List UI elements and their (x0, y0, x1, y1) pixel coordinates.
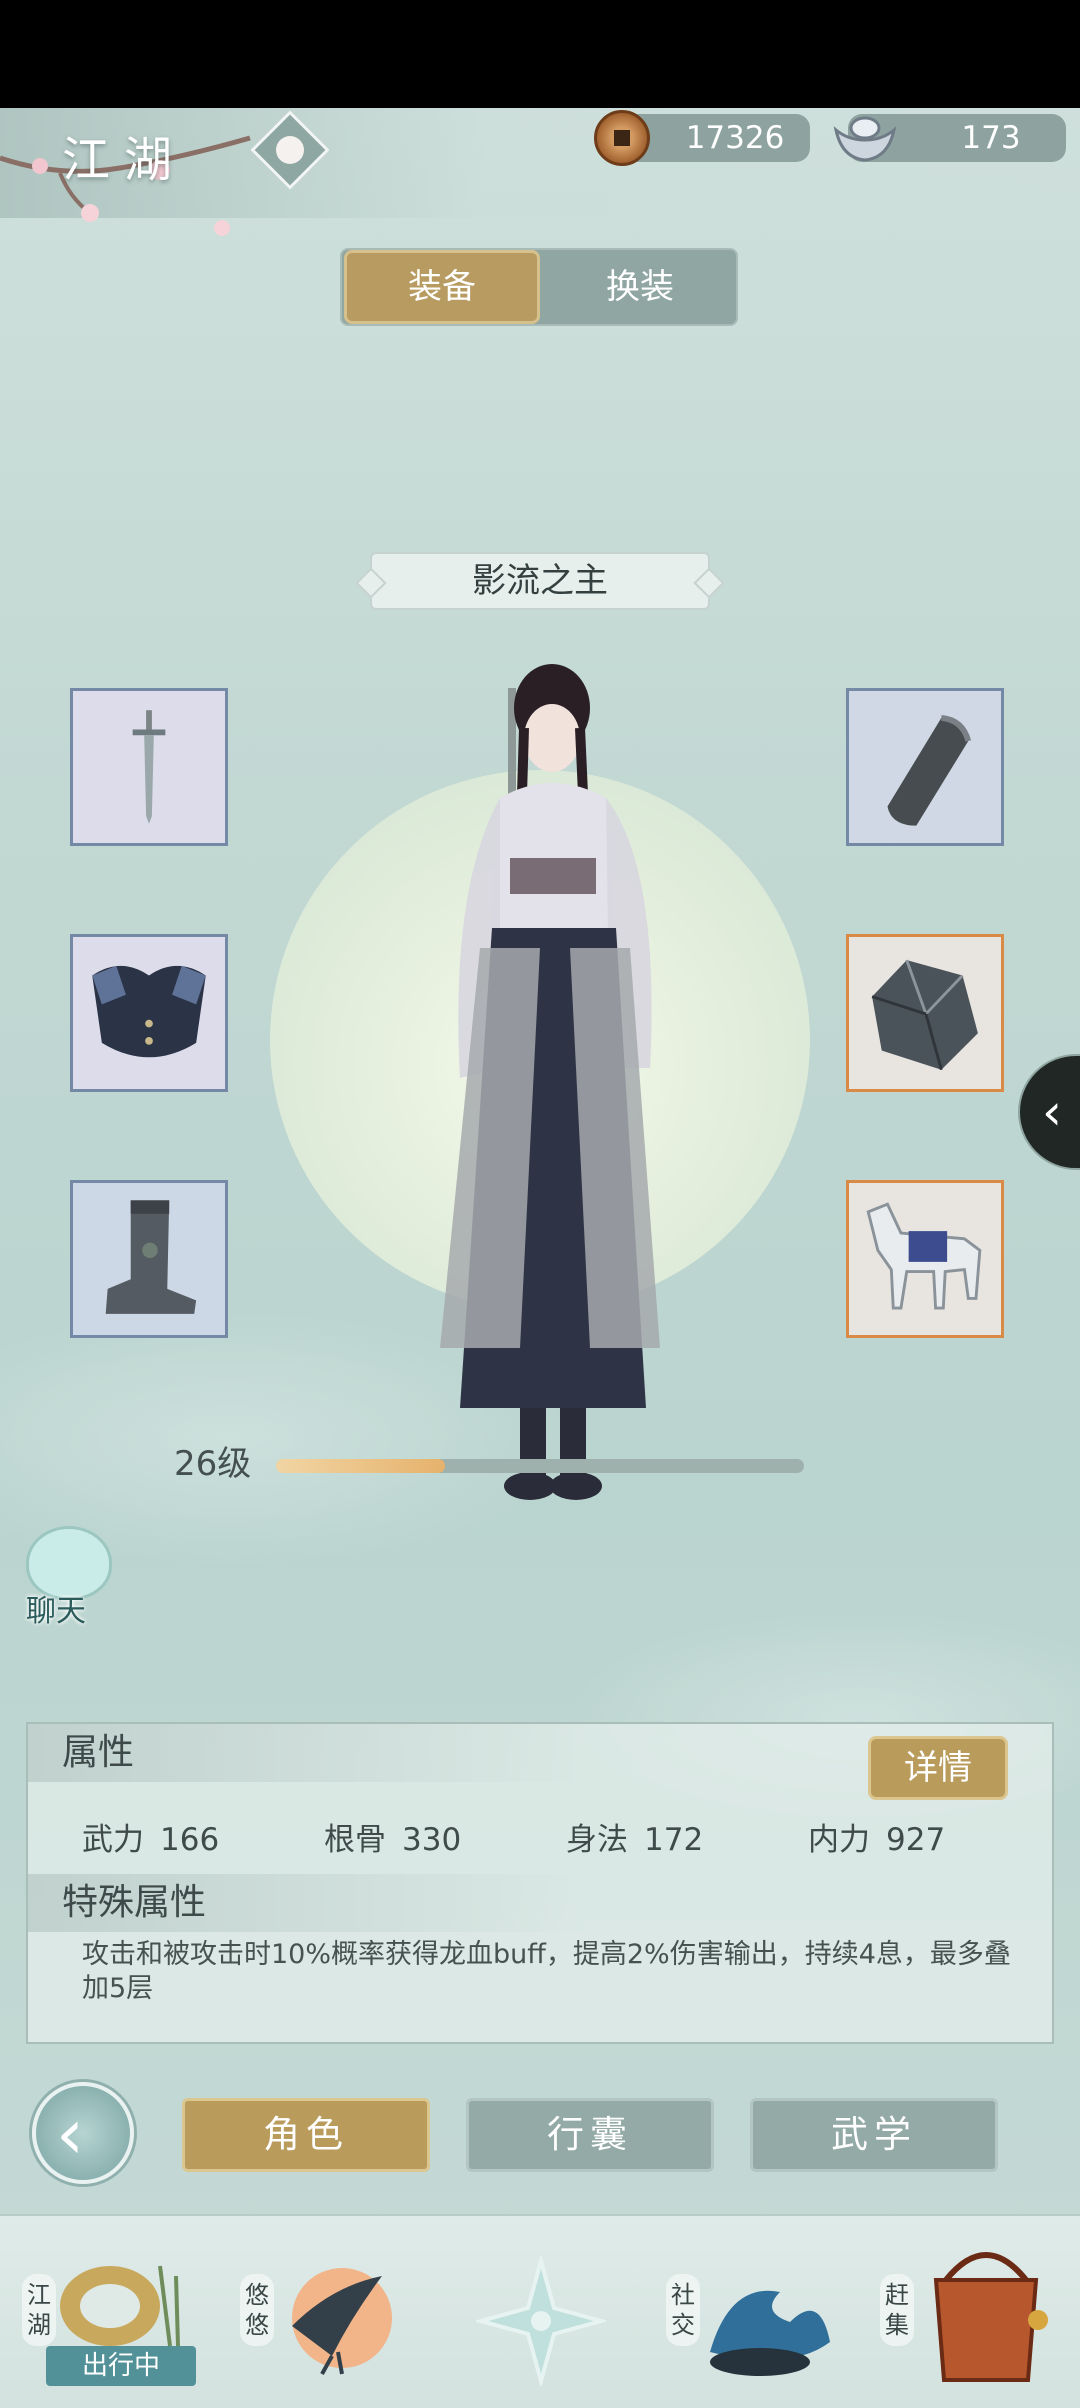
bracer-slot[interactable] (846, 688, 1004, 846)
character-title-plate: 影流之主 (370, 552, 710, 610)
compass-star-icon (476, 2256, 606, 2386)
stat-name: 内力 (808, 1822, 870, 1858)
stat-item: 内力 927 (808, 1814, 945, 1859)
stat-value: 927 (886, 1822, 946, 1858)
stat-name: 武力 (82, 1822, 144, 1858)
bracer-icon (887, 715, 972, 826)
tab-equipment[interactable]: 装备 (344, 250, 540, 324)
armor-icon (92, 965, 206, 1058)
level-progress-fill (276, 1459, 445, 1473)
stat-item: 根骨 330 (324, 1814, 461, 1859)
stat-value: 166 (160, 1822, 220, 1858)
special-attributes-text: 攻击和被攻击时10%概率获得龙血buff，提高2%伤害输出，持续4息，最多叠加5… (82, 1939, 1011, 2004)
pin-icon (276, 136, 304, 164)
dock-item-market[interactable]: 赶集 (876, 2216, 1066, 2408)
level-progress-bar (276, 1459, 804, 1473)
details-button[interactable]: 详情 (868, 1736, 1008, 1800)
dock-item-youyou[interactable]: 悠悠 (232, 2216, 422, 2408)
copper-coin-icon (594, 110, 650, 166)
page-title: 江湖 (62, 132, 187, 188)
equip-tab-switch: 装备 换装 (340, 248, 738, 326)
swallow-icon (292, 2268, 392, 2375)
top-header: 江湖 17326 173 (0, 108, 1080, 236)
stat-value: 172 (644, 1822, 704, 1858)
bottom-dock: 江湖 出行中 悠悠 社交 赶集 (0, 2214, 1080, 2408)
gem-slot[interactable] (846, 934, 1004, 1092)
traveling-badge: 出行中 (46, 2346, 196, 2386)
stat-item: 身法 172 (566, 1814, 703, 1859)
nav-bag-button[interactable]: 行囊 (466, 2098, 714, 2172)
stat-name: 身法 (566, 1822, 628, 1858)
tab-outfit[interactable]: 换装 (542, 250, 738, 324)
copper-amount: 17326 (685, 120, 785, 156)
stat-name: 根骨 (324, 1822, 386, 1858)
dock-item-social[interactable]: 社交 (660, 2216, 850, 2408)
stat-item: 武力 166 (82, 1814, 219, 1859)
side-panel-toggle[interactable]: ‹ (1018, 1054, 1080, 1170)
silver-currency[interactable]: 173 (833, 114, 1066, 162)
chevron-left-icon: ‹ (1042, 1083, 1062, 1141)
silver-amount: 173 (961, 120, 1021, 156)
attributes-panel: 属性 详情 武力 166 根骨 330 身法 172 内力 927 特殊属性 攻击和被攻… (26, 1722, 1054, 2044)
sword-icon (132, 710, 166, 824)
chat-button[interactable]: 聊天 (8, 1518, 118, 1629)
back-arrow-icon: ‹ (56, 2093, 84, 2175)
nav-character-button[interactable]: 角色 (182, 2098, 430, 2172)
chat-label: 聊天 (26, 1594, 86, 1629)
dock-label: 江湖 (22, 2274, 56, 2346)
character-model[interactable] (420, 648, 680, 1548)
status-bar (0, 0, 1080, 108)
mount-slot[interactable] (846, 1180, 1004, 1338)
dock-item-center[interactable] (460, 2216, 620, 2408)
dock-label: 赶集 (880, 2274, 914, 2346)
gem-icon (871, 959, 978, 1071)
weapon-slot[interactable] (70, 688, 228, 846)
dock-label: 社交 (666, 2274, 700, 2346)
level-label: 26级 (174, 1444, 252, 1484)
boots-slot[interactable] (70, 1180, 228, 1338)
silver-ingot-icon (833, 116, 897, 162)
wave-icon (710, 2290, 830, 2376)
boots-icon (105, 1200, 197, 1314)
back-button[interactable]: ‹ (32, 2082, 134, 2184)
dock-label: 悠悠 (240, 2274, 274, 2346)
stat-value: 330 (402, 1822, 462, 1858)
copper-currency[interactable]: 17326 (594, 110, 810, 166)
attributes-heading: 属性 (28, 1724, 588, 1782)
armor-slot[interactable] (70, 934, 228, 1092)
equipment-screen: 江湖 17326 173 装备 换装 影流之主 ‹ 26级 聊天 属性 详情 武… (0, 108, 1080, 2408)
basket-icon (933, 2252, 1048, 2382)
special-attributes-heading: 特殊属性 (28, 1874, 588, 1932)
dock-item-jianghu[interactable]: 江湖 出行中 (20, 2216, 210, 2408)
nav-martial-arts-button[interactable]: 武学 (750, 2098, 998, 2172)
horse-icon (866, 1202, 982, 1310)
